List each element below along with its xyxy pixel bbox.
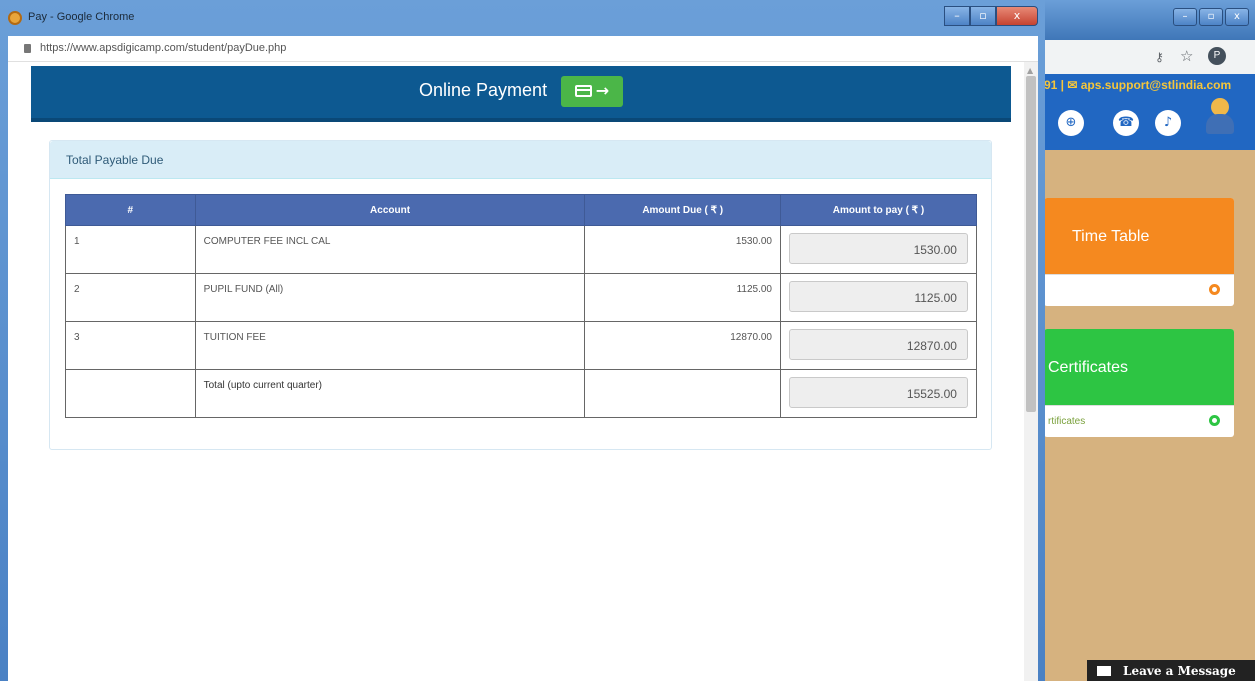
profile-icon[interactable]: P — [1208, 47, 1226, 65]
maximize-button[interactable]: ▫ — [1199, 8, 1223, 26]
lock-icon — [24, 44, 31, 53]
page-content: Online Payment → Total Payable Due # Acc… — [8, 62, 1038, 681]
row-number: 1 — [65, 225, 196, 274]
table-row: 2 PUPIL FUND (All) 1125.00 1125.00 — [65, 273, 978, 322]
favicon-icon — [8, 11, 22, 25]
table-header-row: # Account Amount Due ( ₹ ) Amount to pay… — [65, 194, 978, 226]
account-name: TUITION FEE — [194, 321, 586, 370]
amount-due: 1125.00 — [584, 273, 781, 322]
lifebuoy-icon[interactable]: ⊕ — [1058, 110, 1084, 136]
card-footer — [1044, 274, 1234, 306]
window-title: Pay - Google Chrome — [28, 11, 135, 23]
phone-icon[interactable]: ☎ — [1113, 110, 1139, 136]
amount-due: 12870.00 — [584, 321, 781, 370]
total-label: Total (upto current quarter) — [194, 369, 586, 418]
pay-now-button[interactable]: → — [561, 76, 623, 107]
circle-arrow-icon[interactable] — [1209, 284, 1220, 295]
account-name: PUPIL FUND (All) — [194, 273, 586, 322]
column-header: Account — [194, 194, 586, 226]
online-payment-header: Online Payment → — [31, 66, 1011, 122]
table-row: 1 COMPUTER FEE INCL CAL 1530.00 1530.00 — [65, 225, 978, 274]
background-window-controls: – ▫ x — [1173, 8, 1249, 26]
circle-arrow-icon[interactable] — [1209, 415, 1220, 426]
avatar[interactable] — [1204, 98, 1234, 136]
account-name: COMPUTER FEE INCL CAL — [194, 225, 586, 274]
total-amount-input: 15525.00 — [788, 377, 968, 408]
amount-due: 1530.00 — [584, 225, 781, 274]
row-number: 2 — [65, 273, 196, 322]
table-row: 3 TUITION FEE 12870.00 12870.00 — [65, 321, 978, 370]
window-controls: – ▫ x — [944, 6, 1038, 26]
support-contact[interactable]: 91 | ✉ aps.support@stlindia.com — [1044, 78, 1231, 92]
column-header: Amount to pay ( ₹ ) — [779, 194, 978, 226]
column-header: Amount Due ( ₹ ) — [584, 194, 781, 226]
page-title: Online Payment — [419, 80, 548, 100]
amount-to-pay-input[interactable]: 12870.00 — [788, 329, 968, 360]
leave-message-button[interactable]: Leave a Message — [1087, 660, 1255, 681]
key-icon[interactable]: ⚷ — [1155, 50, 1164, 64]
minimize-button[interactable]: – — [944, 6, 970, 26]
amount-to-pay-input[interactable]: 1530.00 — [788, 233, 968, 264]
panel-heading: Total Payable Due — [50, 141, 991, 179]
time-table-card[interactable]: Time Table — [1044, 198, 1234, 306]
certificates-card[interactable]: Certificates rtificates — [1044, 329, 1234, 437]
minimize-button[interactable]: – — [1173, 8, 1197, 26]
arrow-right-icon: → — [595, 81, 610, 100]
row-number: 3 — [65, 321, 196, 370]
total-row: Total (upto current quarter) 15525.00 — [65, 369, 978, 418]
card-title: Time Table — [1044, 198, 1234, 274]
close-button[interactable]: x — [996, 6, 1038, 26]
amount-to-pay-input[interactable]: 1125.00 — [788, 281, 968, 312]
bookmark-star-icon[interactable]: ☆ — [1180, 47, 1193, 65]
card-title: Certificates — [1044, 329, 1234, 405]
popup-titlebar: Pay - Google Chrome — [0, 0, 1045, 36]
due-table: # Account Amount Due ( ₹ ) Amount to pay… — [65, 194, 978, 418]
payable-due-panel: Total Payable Due # Account Amount Due (… — [49, 140, 992, 450]
mail-icon — [1097, 666, 1111, 676]
close-button[interactable]: x — [1225, 8, 1249, 26]
url-text[interactable]: https://www.apsdigicamp.com/student/payD… — [40, 42, 286, 54]
payment-popup-window: Pay - Google Chrome – ▫ x https://www.ap… — [0, 0, 1045, 681]
card-footer: rtificates — [1044, 405, 1234, 437]
scrollbar-thumb[interactable] — [1026, 76, 1036, 412]
column-header: # — [65, 194, 196, 226]
scroll-up-arrow-icon[interactable]: ▲ — [1027, 66, 1033, 75]
bell-icon[interactable]: ♪ — [1155, 110, 1181, 136]
credit-card-icon — [574, 85, 592, 97]
maximize-button[interactable]: ▫ — [970, 6, 996, 26]
panel-title: Total Payable Due — [66, 153, 164, 167]
